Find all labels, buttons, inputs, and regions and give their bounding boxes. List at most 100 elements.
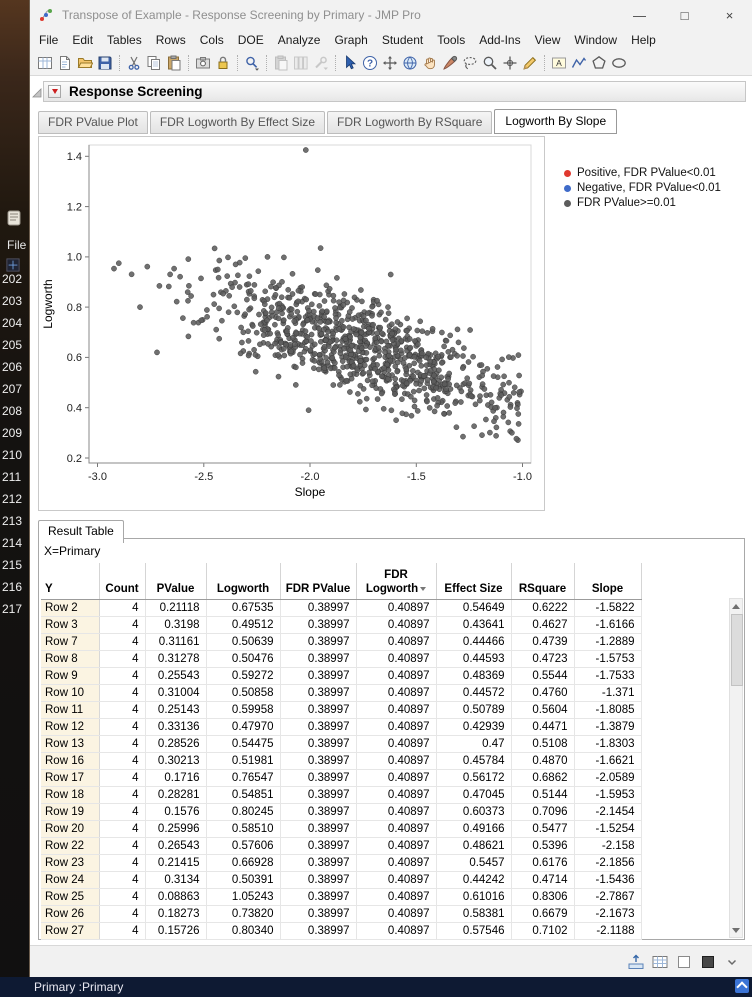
row-label[interactable]: Row 10 (41, 684, 100, 702)
background-file-menu[interactable]: File (7, 238, 26, 252)
row-label[interactable]: Row 20 (41, 820, 100, 838)
pencil-tool-icon[interactable] (520, 53, 540, 73)
menu-item-window[interactable]: Window (567, 31, 624, 49)
col-header-fdr-pvalue[interactable]: FDR PValue (280, 563, 357, 600)
copy-icon[interactable] (144, 53, 164, 73)
paste-special-icon[interactable] (271, 53, 291, 73)
lasso-tool-icon[interactable] (460, 53, 480, 73)
globe-icon[interactable] (400, 53, 420, 73)
checkbox-icon[interactable] (676, 954, 692, 970)
row-label[interactable]: Row 11 (41, 701, 100, 719)
menu-item-graph[interactable]: Graph (327, 31, 374, 49)
col-header-effect-size[interactable]: Effect Size (436, 563, 512, 600)
row-label[interactable]: Row 23 (41, 854, 100, 872)
col-header-pvalue[interactable]: PValue (145, 563, 207, 600)
menu-item-add-ins[interactable]: Add-Ins (472, 31, 527, 49)
minimize-button[interactable]: — (617, 0, 662, 30)
row-label[interactable]: Row 17 (41, 769, 100, 787)
search-icon[interactable] (242, 53, 262, 73)
column-info-icon[interactable] (291, 53, 311, 73)
row-label[interactable]: Row 2 (41, 599, 100, 617)
tab-fdr-logworth-by-rsquare[interactable]: FDR Logworth By RSquare (327, 111, 493, 134)
scatter-plot-svg[interactable]: -3.0 -2.5 -2.0 -1.5 -1.0 0.2 0.4 0.6 0.8 1.0 1.2 1.… (39, 137, 544, 510)
menu-item-view[interactable]: View (528, 31, 568, 49)
table-scrollbar[interactable] (729, 598, 743, 938)
menu-item-student[interactable]: Student (375, 31, 430, 49)
menu-item-doe[interactable]: DOE (231, 31, 271, 49)
tab-fdr-logworth-by-effect-size[interactable]: FDR Logworth By Effect Size (149, 111, 325, 134)
zoom-tool-icon[interactable] (480, 53, 500, 73)
open-icon[interactable] (75, 53, 95, 73)
new-journal-icon[interactable] (55, 53, 75, 73)
new-data-table-icon[interactable] (35, 53, 55, 73)
row-label[interactable]: Row 12 (41, 718, 100, 736)
col-header-rsquare[interactable]: RSquare (511, 563, 575, 600)
row-label[interactable]: Row 25 (41, 888, 100, 906)
move-tool-icon[interactable] (380, 53, 400, 73)
row-label[interactable]: Row 7 (41, 633, 100, 651)
tools-dropdown-icon[interactable] (311, 53, 331, 73)
menu-item-rows[interactable]: Rows (149, 31, 193, 49)
result-table: Y Count PValue Logworth FDR PValue FDR Logwort… (41, 563, 642, 940)
help-icon[interactable]: ? (360, 53, 380, 73)
brush-tool-icon[interactable] (440, 53, 460, 73)
menu-item-edit[interactable]: Edit (65, 31, 100, 49)
menu-item-tables[interactable]: Tables (100, 31, 149, 49)
row-label[interactable]: Row 8 (41, 650, 100, 668)
col-header-logworth[interactable]: Logworth (206, 563, 281, 600)
menu-item-help[interactable]: Help (624, 31, 663, 49)
row-label[interactable]: Row 27 (41, 922, 100, 940)
crosshair-tool-icon[interactable] (500, 53, 520, 73)
col-header-slope[interactable]: Slope (574, 563, 642, 600)
row-label[interactable]: Row 18 (41, 786, 100, 804)
background-row-number: 209 (2, 426, 23, 440)
row-label[interactable]: Row 13 (41, 735, 100, 753)
paste-icon[interactable] (164, 53, 184, 73)
background-window-bottom[interactable]: Primary :Primary (0, 977, 752, 997)
scroll-top-button[interactable] (735, 979, 749, 993)
chevron-down-icon[interactable] (724, 954, 740, 970)
menu-item-file[interactable]: File (32, 31, 65, 49)
polyline-icon[interactable] (569, 53, 589, 73)
polygon-icon[interactable] (589, 53, 609, 73)
annotate-icon[interactable]: A (549, 53, 569, 73)
col-header-fdr-logworth[interactable]: FDR Logworth (356, 563, 437, 600)
row-label[interactable]: Row 16 (41, 752, 100, 770)
row-label[interactable]: Row 9 (41, 667, 100, 685)
outline-disclosure-icon[interactable] (32, 85, 42, 103)
scrollbar-up-icon[interactable] (730, 599, 742, 613)
tab-result-table[interactable]: Result Table (38, 520, 124, 543)
row-label[interactable]: Row 19 (41, 803, 100, 821)
menu-item-tools[interactable]: Tools (430, 31, 472, 49)
cell: 0.4723 (511, 650, 575, 668)
cell: 0.3198 (145, 616, 207, 634)
close-button[interactable]: × (707, 0, 752, 30)
cut-icon[interactable] (124, 53, 144, 73)
row-label[interactable]: Row 24 (41, 871, 100, 889)
scrollbar-down-icon[interactable] (730, 923, 742, 937)
tab-logworth-by-slope[interactable]: Logworth By Slope (494, 109, 618, 134)
tab-fdr-pvalue-plot[interactable]: FDR PValue Plot (38, 111, 148, 134)
hand-tool-icon[interactable] (420, 53, 440, 73)
cell: 0.44593 (436, 650, 512, 668)
menu-item-cols[interactable]: Cols (193, 31, 231, 49)
save-icon[interactable] (95, 53, 115, 73)
col-header-count[interactable]: Count (99, 563, 146, 600)
jmp-logo-icon[interactable] (38, 7, 54, 23)
maximize-button[interactable]: □ (662, 0, 707, 30)
scrollbar-thumb[interactable] (731, 614, 743, 686)
row-label[interactable]: Row 3 (41, 616, 100, 634)
data-grid-icon[interactable] (652, 954, 668, 970)
color-well-icon[interactable] (700, 954, 716, 970)
row-label[interactable]: Row 26 (41, 905, 100, 923)
capture-icon[interactable] (193, 53, 213, 73)
menu-item-analyze[interactable]: Analyze (271, 31, 328, 49)
background-window-left[interactable]: File 202 203 204 205 206 207 208 209 210 211 212 21… (0, 0, 30, 977)
arrow-cursor-icon[interactable] (340, 53, 360, 73)
red-triangle-menu-button[interactable] (48, 85, 61, 98)
col-header-y[interactable]: Y (41, 563, 100, 600)
oval-icon[interactable] (609, 53, 629, 73)
lock-icon[interactable] (213, 53, 233, 73)
row-label[interactable]: Row 22 (41, 837, 100, 855)
dock-report-icon[interactable] (628, 954, 644, 970)
